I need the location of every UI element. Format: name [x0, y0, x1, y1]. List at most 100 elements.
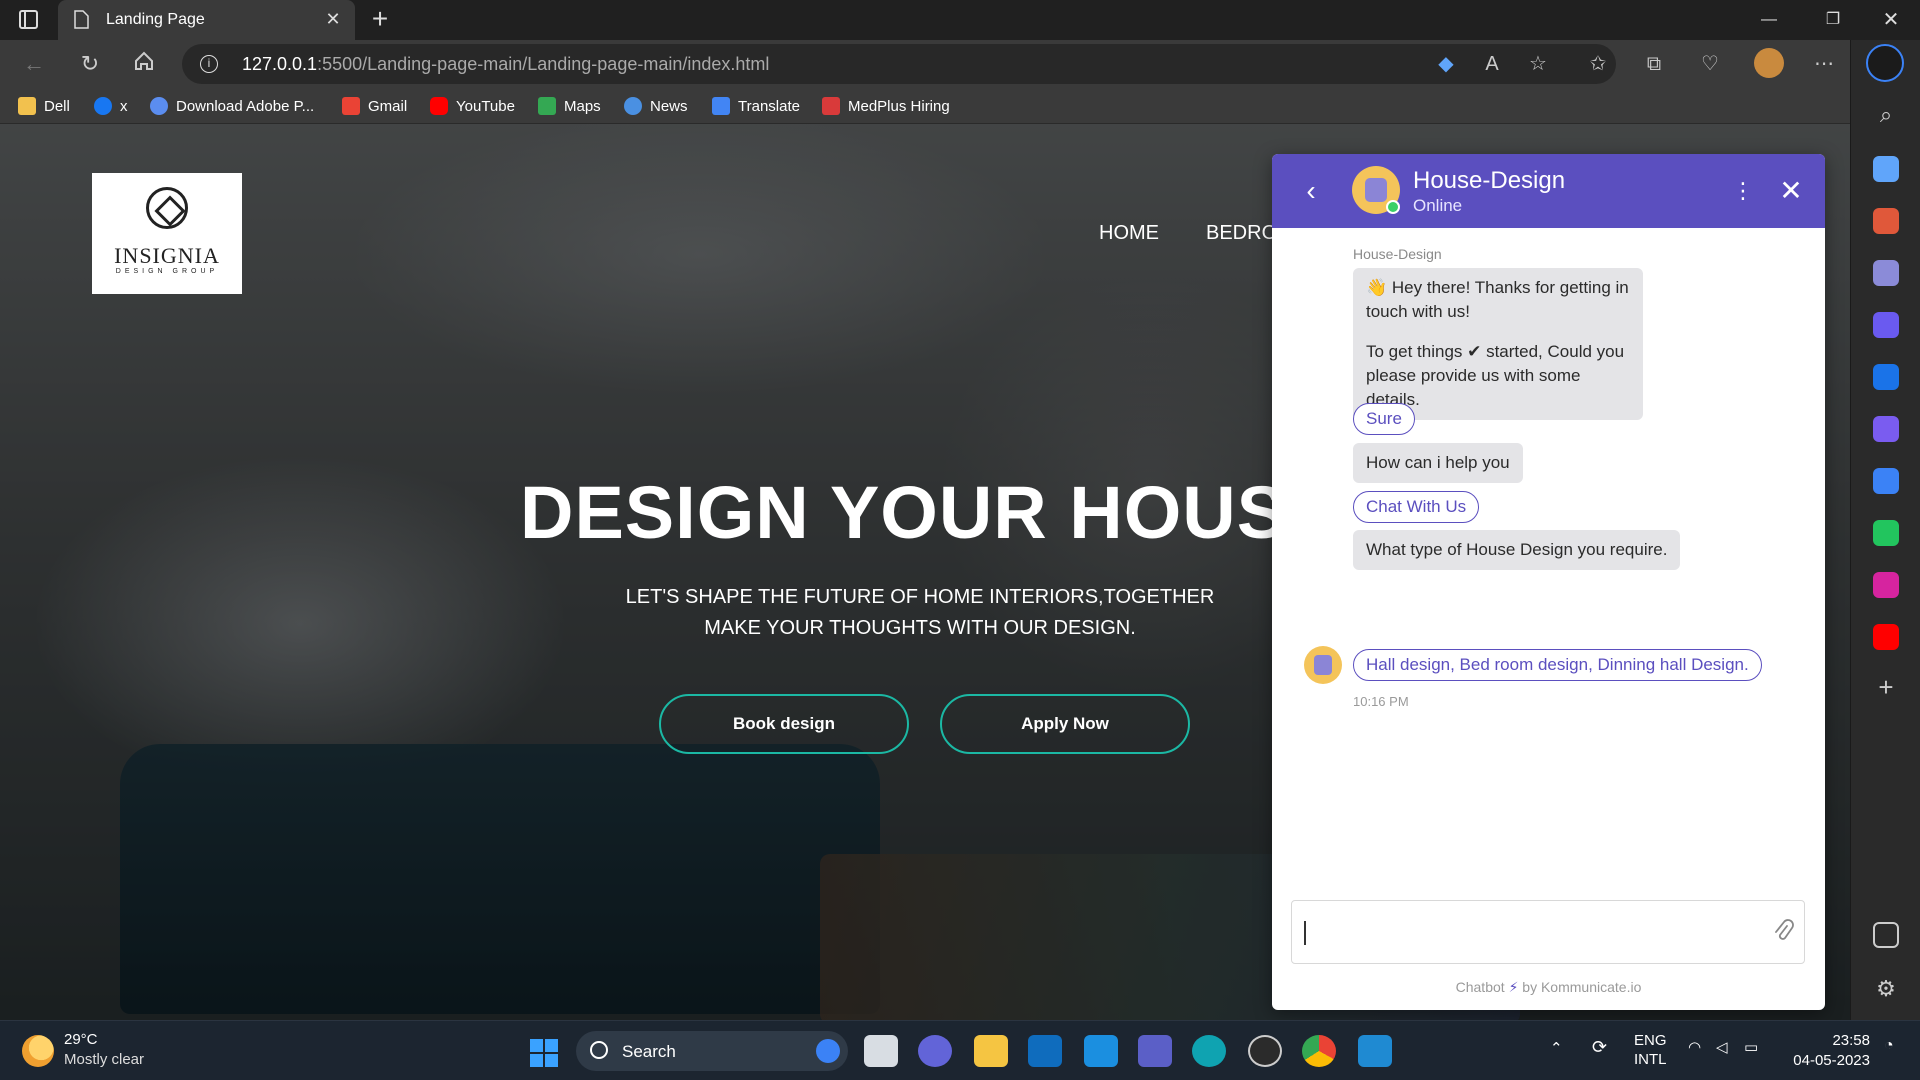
vscode-icon[interactable] [1358, 1035, 1392, 1067]
quick-reply-chat-with-us[interactable]: Chat With Us [1353, 491, 1480, 523]
input-language[interactable]: ENG INTL [1634, 1031, 1667, 1069]
sidebar-games-icon[interactable] [1873, 260, 1899, 286]
logo-subtitle: DESIGN GROUP [115, 268, 219, 275]
bookmark-maps[interactable]: Maps [538, 96, 601, 116]
lightning-bolt-icon: ⚡ [1508, 979, 1519, 995]
sidebar-tools-icon[interactable] [1873, 208, 1899, 234]
browser-essentials-icon[interactable]: ♡ [1698, 52, 1722, 76]
attachment-paperclip-icon[interactable] [1772, 919, 1796, 947]
bookmark-translate[interactable]: Translate [712, 96, 800, 116]
bookmark-medplus[interactable]: MedPlus Hiring [822, 96, 950, 116]
apply-now-button[interactable]: Apply Now [940, 694, 1190, 754]
quick-reply-sure[interactable]: Sure [1353, 403, 1415, 435]
weather-description: Mostly clear [64, 1051, 145, 1068]
tab-actions-button[interactable] [16, 8, 42, 32]
bookmark-adobe[interactable]: Download Adobe P... [150, 96, 314, 116]
nav-home[interactable]: HOME [1099, 222, 1159, 245]
file-explorer-icon[interactable] [974, 1035, 1008, 1067]
sidebar-copilot-icon[interactable] [1873, 312, 1899, 338]
restore-button[interactable]: ❐ [1810, 4, 1856, 36]
tab-bar: Landing Page ✕ + — ❐ ✕ [0, 0, 1920, 40]
sync-icon[interactable]: ⟳ [1592, 1037, 1607, 1058]
more-options-icon[interactable]: ⋯ [1812, 52, 1836, 76]
bing-copilot-button[interactable] [1866, 44, 1904, 82]
volume-icon[interactable]: ◁ [1716, 1038, 1728, 1056]
url-text: 127.0.0.1:5500/Landing-page-main/Landing… [242, 54, 770, 74]
chat-back-icon[interactable]: ‹ [1296, 176, 1326, 206]
youtube-icon [430, 97, 448, 115]
search-icon [590, 1041, 608, 1059]
task-view-icon[interactable] [864, 1035, 898, 1067]
maps-icon [538, 97, 556, 115]
chat-close-icon[interactable]: ✕ [1776, 176, 1806, 206]
home-icon[interactable] [130, 50, 158, 78]
sidebar-designer-icon[interactable] [1873, 416, 1899, 442]
sidebar-youtube-icon[interactable] [1873, 624, 1899, 650]
tab-landing-page[interactable]: Landing Page ✕ [58, 0, 355, 40]
read-aloud-icon[interactable]: A [1480, 52, 1504, 76]
bookmark-news[interactable]: News [624, 96, 688, 116]
teams-icon[interactable] [1138, 1035, 1172, 1067]
battery-icon[interactable]: ▭ [1744, 1038, 1758, 1056]
site-info-icon[interactable]: i [200, 55, 218, 73]
favorites-icon[interactable]: ✩ [1586, 52, 1610, 76]
nav-bedroom[interactable]: BEDRO [1206, 222, 1277, 245]
profile-avatar[interactable] [1754, 48, 1784, 78]
tab-close-icon[interactable]: ✕ [323, 9, 343, 29]
close-window-button[interactable]: ✕ [1868, 4, 1914, 36]
chat-bot-name: House-Design [1413, 167, 1566, 194]
message-timestamp: 10:16 PM [1353, 694, 1409, 709]
edge-sidebar: ⌕ + ⚙ [1850, 40, 1920, 1020]
coupon-tag-icon[interactable]: ◆ [1434, 52, 1458, 76]
collections-icon[interactable]: ⧉ [1642, 52, 1666, 76]
chat-menu-icon[interactable]: ⋮ [1732, 178, 1754, 206]
taskbar-search-box[interactable]: Search [576, 1031, 848, 1071]
chat-message-box[interactable] [1291, 900, 1805, 964]
sidebar-coupons-icon[interactable] [1873, 156, 1899, 182]
chat-widget: ‹ House-Design Online ⋮ ✕ House-Design 👋… [1272, 154, 1825, 1010]
chat-message-input[interactable] [1304, 917, 1744, 947]
sidebar-tree-icon[interactable] [1873, 520, 1899, 546]
medplus-icon [822, 97, 840, 115]
sidebar-layout-icon[interactable] [1873, 922, 1899, 948]
sidebar-add-icon[interactable]: + [1873, 674, 1899, 700]
notification-icon[interactable]: ◔ [1884, 1037, 1894, 1055]
message-sender-label: House-Design [1353, 246, 1442, 262]
chat-app-icon[interactable] [918, 1035, 952, 1067]
new-tab-button[interactable]: + [366, 5, 394, 34]
book-design-button[interactable]: Book design [659, 694, 909, 754]
wifi-icon[interactable]: ◠ [1688, 1038, 1701, 1056]
powered-by-footer[interactable]: Chatbot ⚡ by Kommunicate.io [1272, 979, 1825, 996]
folder-icon [18, 97, 36, 115]
quick-reply-design-options[interactable]: Hall design, Bed room design, Dinning ha… [1353, 649, 1762, 681]
dell-icon[interactable] [1248, 1035, 1282, 1067]
sidebar-instagram-icon[interactable] [1873, 572, 1899, 598]
adobe-download-icon [150, 97, 168, 115]
refresh-icon[interactable]: ↻ [76, 50, 104, 78]
bookmark-dell[interactable]: Dell [18, 96, 70, 116]
site-logo[interactable]: INSIGNIA DESIGN GROUP [92, 173, 242, 294]
edge-browser-icon[interactable] [1192, 1035, 1226, 1067]
bookmark-x[interactable]: x [94, 96, 128, 116]
start-button[interactable] [530, 1039, 558, 1067]
weather-moon-icon[interactable] [22, 1035, 54, 1067]
mail-icon[interactable] [1084, 1035, 1118, 1067]
sidebar-settings-icon[interactable]: ⚙ [1873, 976, 1899, 1002]
page-icon [74, 10, 89, 29]
chat-bot-status: Online [1413, 196, 1463, 215]
chrome-icon[interactable] [1302, 1035, 1336, 1067]
microsoft-store-icon[interactable] [1028, 1035, 1062, 1067]
minimize-button[interactable]: — [1746, 4, 1792, 36]
back-arrow-icon[interactable]: ← [20, 50, 48, 78]
sidebar-outlook-icon[interactable] [1873, 364, 1899, 390]
sidebar-search-icon[interactable]: ⌕ [1873, 102, 1899, 128]
add-favorite-icon[interactable]: ☆ [1526, 52, 1550, 76]
hero-subtitle-line1: LET'S SHAPE THE FUTURE OF HOME INTERIORS… [625, 586, 1215, 608]
bookmark-youtube[interactable]: YouTube [430, 96, 515, 116]
tray-overflow-chevron-icon[interactable]: ⌃ [1550, 1039, 1563, 1057]
sidebar-send-icon[interactable] [1873, 468, 1899, 494]
taskbar-clock[interactable]: 23:58 04-05-2023 [1770, 1031, 1870, 1071]
bookmark-gmail[interactable]: Gmail [342, 96, 407, 116]
url-bar[interactable]: i 127.0.0.1:5500/Landing-page-main/Landi… [182, 44, 1616, 84]
windows-logo-tile [545, 1039, 558, 1052]
